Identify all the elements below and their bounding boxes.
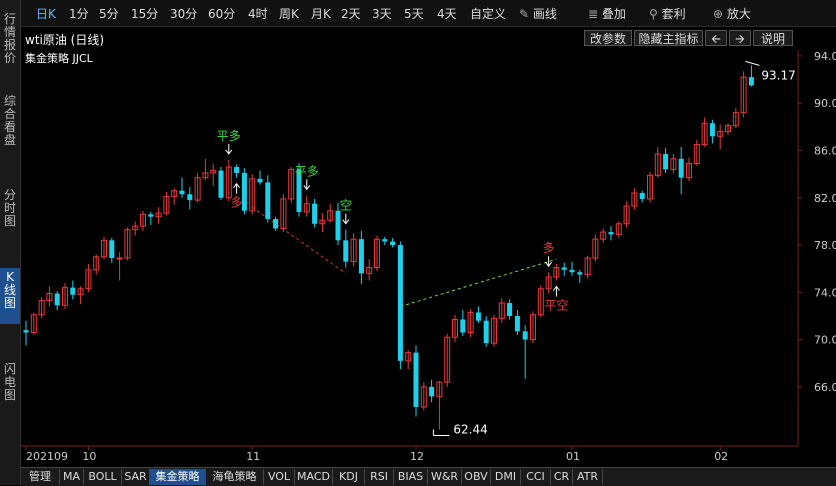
signal-label: 平空 — [544, 299, 568, 313]
x-tick-label: 10 — [82, 450, 96, 463]
x-tick-label: 01 — [566, 450, 580, 463]
signal-label: 平多 — [217, 129, 241, 143]
candle-body — [748, 77, 754, 86]
candlestick-chart[interactable]: 94.00 90.00 86.00 82.00 78.00 74.00 70.00 66.00… — [0, 0, 836, 485]
candle-body — [241, 172, 247, 211]
indicator-tab[interactable]: BIAS — [394, 469, 428, 485]
y-tick-label: 86.00 — [814, 144, 836, 157]
candle-body — [522, 331, 528, 340]
candle-body — [54, 293, 60, 306]
y-tick-label: 66.00 — [814, 381, 836, 394]
indicator-tab[interactable]: 海龟策略 — [206, 469, 264, 485]
indicator-tab[interactable]: CCI — [521, 469, 551, 485]
candle-body — [397, 245, 403, 361]
indicator-tab[interactable]: OBV — [462, 469, 491, 485]
indicator-tab[interactable]: CR — [551, 469, 573, 485]
indicator-tab[interactable]: 集金策略 — [150, 469, 206, 485]
indicator-tab[interactable]: MACD — [295, 469, 333, 485]
x-tick-label: 12 — [410, 450, 424, 463]
candle-body — [234, 167, 240, 173]
candle-body — [257, 178, 263, 183]
signal-label: 多 — [543, 241, 555, 255]
candle-body — [218, 170, 224, 198]
candle-body — [507, 302, 513, 316]
indicator-tab[interactable]: BOLL — [84, 469, 122, 485]
indicator-tab[interactable]: DMI — [491, 469, 521, 485]
candle-body — [265, 182, 271, 220]
signal-label: 空 — [340, 199, 352, 213]
candle-body — [273, 219, 279, 229]
candle-body — [116, 257, 123, 260]
candle-body — [382, 239, 388, 242]
candle-body — [312, 203, 318, 224]
indicator-tab[interactable]: VOL — [264, 469, 295, 485]
y-tick-label: 74.00 — [814, 286, 836, 299]
candle-body — [678, 158, 684, 178]
signal-label: 平多 — [295, 164, 319, 178]
candle-body — [608, 232, 614, 235]
candle-body — [109, 240, 115, 259]
candle-body — [663, 154, 669, 170]
indicator-tab[interactable]: ATR — [573, 469, 603, 485]
y-tick-label: 94.00 — [814, 50, 836, 63]
candle-body — [179, 190, 185, 195]
candle-body — [639, 193, 645, 199]
candle-body — [390, 241, 396, 246]
y-tick-label: 82.00 — [814, 192, 836, 205]
candle-body — [23, 330, 29, 333]
signal-label: 多 — [231, 196, 243, 210]
indicator-tab[interactable]: W&R — [428, 469, 462, 485]
trend-line-up — [400, 258, 557, 307]
candle-body — [709, 123, 715, 137]
y-tick-label: 90.00 — [814, 97, 836, 110]
candle-body — [148, 214, 154, 217]
candle-body — [70, 287, 76, 295]
candle-body — [343, 240, 349, 262]
indicator-tab[interactable]: MA — [60, 469, 84, 485]
indicator-tab-bar: 管理 MA BOLL SAR 集金策略 海龟策略 VOL MACD KDJ RSI BIAS W&R O… — [21, 467, 836, 486]
x-tick-label: 02 — [714, 450, 728, 463]
candle-body — [561, 267, 567, 270]
y-tick-label: 70.00 — [814, 334, 836, 347]
indicator-tab[interactable]: 管理 — [21, 469, 60, 485]
indicator-tab[interactable]: KDJ — [333, 469, 365, 485]
x-tick-label: 202109 — [26, 450, 68, 463]
min-label: 62.44 — [453, 422, 487, 436]
candle-body — [413, 352, 419, 407]
y-tick-label: 78.00 — [814, 239, 836, 252]
candle-body — [187, 194, 193, 201]
candle-body — [475, 312, 481, 321]
indicator-tab[interactable]: SAR — [122, 469, 150, 485]
indicator-tab[interactable]: RSI — [365, 469, 394, 485]
candle-body — [483, 320, 489, 344]
max-label: 93.17 — [761, 68, 795, 82]
candle-body — [358, 239, 364, 274]
max-pointer — [745, 60, 760, 66]
candle-body — [335, 210, 341, 241]
candle-body — [460, 319, 466, 333]
x-tick-label: 11 — [246, 450, 260, 463]
candle-body — [577, 272, 583, 275]
candle-body — [429, 386, 435, 397]
candle-body — [514, 315, 520, 332]
candle-body — [569, 269, 575, 273]
